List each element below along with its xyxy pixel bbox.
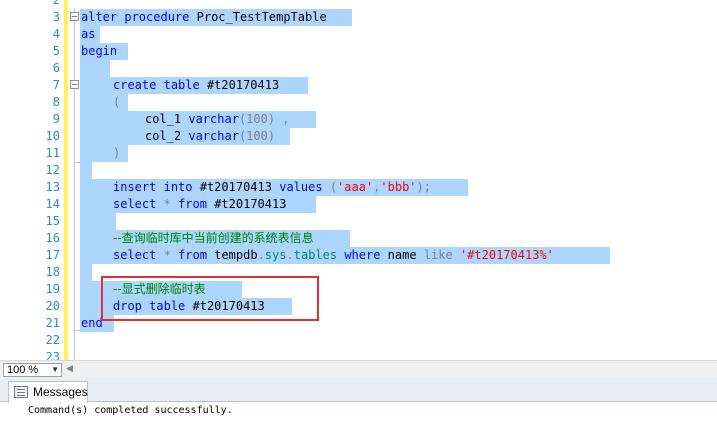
keyword: select <box>113 248 157 262</box>
collapse-icon[interactable]: − <box>70 12 79 21</box>
chevron-down-icon: ▼ <box>51 365 59 374</box>
outline-fold-line <box>74 8 75 360</box>
code-line: begin <box>81 43 117 60</box>
line-number: 13 <box>45 180 60 194</box>
line-number: 20 <box>45 299 60 313</box>
identifier: col_2 <box>145 129 182 143</box>
identifier: #t20170413 <box>214 197 287 211</box>
change-indicator-bar <box>64 0 68 360</box>
selection-highlight <box>80 94 128 111</box>
code-line: select * from tempdb.sys.tables where na… <box>113 247 554 264</box>
line-number: 18 <box>45 265 60 279</box>
identifier: #t20170413 <box>206 78 280 92</box>
line-number: 19 <box>45 282 60 296</box>
line-number: 22 <box>45 333 60 347</box>
identifier: #t20170413 <box>199 180 272 194</box>
string-literal: 'aaa' <box>337 180 374 194</box>
line-number: 23 <box>45 350 60 360</box>
scroll-left-arrow-icon[interactable]: ◀ <box>66 363 73 374</box>
results-tab-strip: Messages <box>0 378 717 403</box>
tab-label: Messages <box>33 385 88 399</box>
collapse-icon[interactable]: − <box>70 80 79 89</box>
keyword: varchar <box>188 112 239 126</box>
keyword: into <box>163 180 193 194</box>
code-line: col_1 varchar(100) , <box>145 111 290 128</box>
line-number: 12 <box>45 163 60 177</box>
code-line: col_2 varchar(100) <box>145 128 275 145</box>
keyword: select <box>113 197 157 211</box>
line-number: 6 <box>52 61 60 75</box>
line-number: 15 <box>45 214 60 228</box>
punctuation: . <box>286 248 294 262</box>
identifier: col_1 <box>145 112 182 126</box>
selection-highlight <box>80 145 128 162</box>
keyword: begin <box>81 44 118 58</box>
keyword: varchar <box>188 129 239 143</box>
line-number: 10 <box>45 129 60 143</box>
string-literal: 'bbb' <box>380 180 417 194</box>
line-number: 2 <box>52 0 60 7</box>
editor-status-bar: 100 % ▼ ◀ <box>0 360 717 378</box>
identifier: Proc_TestTempTable <box>196 10 327 24</box>
code-line: ) <box>113 146 121 160</box>
line-number: 9 <box>52 112 60 126</box>
keyword: where <box>344 248 381 262</box>
operator: like <box>423 248 453 262</box>
punctuation: (100) <box>238 112 276 126</box>
keyword: values <box>279 180 323 194</box>
code-line: create table #t20170413 <box>113 77 279 94</box>
keyword: as <box>81 27 96 41</box>
identifier: tempdb <box>214 248 258 262</box>
punctuation: ); <box>416 180 431 194</box>
selection-highlight <box>80 213 116 230</box>
keyword: from <box>178 197 207 211</box>
punctuation: * <box>163 248 171 262</box>
line-number: 17 <box>45 248 60 262</box>
code-line: alter procedure Proc_TestTempTable <box>81 9 327 26</box>
selection-highlight <box>80 60 110 77</box>
line-number: 7 <box>52 78 60 92</box>
line-number: 11 <box>45 146 60 160</box>
code-line: end <box>81 315 103 332</box>
punctuation: * <box>163 197 171 211</box>
identifier: name <box>387 248 417 262</box>
zoom-value: 100 % <box>7 364 39 376</box>
annotation-highlight-box <box>101 276 319 321</box>
code-line: as <box>81 26 95 43</box>
messages-icon <box>14 386 28 398</box>
keyword: from <box>178 248 207 262</box>
line-number-gutter: 2 3 4 5 6 7 8 9 10 11 12 13 14 15 16 17 … <box>0 0 64 360</box>
punctuation: . <box>257 248 265 262</box>
line-number: 4 <box>52 27 60 41</box>
zoom-dropdown[interactable]: 100 % ▼ <box>3 363 62 377</box>
selection-highlight <box>80 264 92 281</box>
comment-line: --查询临时库中当前创建的系统表信息 <box>113 231 314 245</box>
keyword: alter <box>81 10 118 24</box>
code-line: select * from #t20170413 <box>113 196 286 213</box>
keyword: procedure <box>124 10 190 24</box>
code-line: ( <box>113 95 121 109</box>
tab-messages[interactable]: Messages <box>8 381 88 403</box>
keyword: table <box>163 78 200 92</box>
keyword: end <box>81 316 103 330</box>
line-number: 3 <box>52 10 60 24</box>
code-line: insert into #t20170413 values ('aaa','bb… <box>113 179 431 196</box>
keyword: create <box>113 78 157 92</box>
selection-highlight <box>80 162 92 179</box>
line-number: 8 <box>52 95 60 109</box>
results-pane: Messages Command(s) completed successful… <box>0 378 717 439</box>
keyword: insert <box>113 180 157 194</box>
line-number: 21 <box>45 316 60 330</box>
system-view: tables <box>293 248 338 262</box>
string-literal: '#t20170413%' <box>459 248 554 262</box>
line-number: 16 <box>45 231 60 245</box>
punctuation: ( <box>329 180 338 194</box>
line-number: 14 <box>45 197 60 211</box>
punctuation: (100) <box>238 129 276 143</box>
system-schema: sys <box>264 248 287 262</box>
sql-editor[interactable]: 2 3 4 5 6 7 8 9 10 11 12 13 14 15 16 17 … <box>0 0 717 360</box>
result-message: Command(s) completed successfully. <box>28 405 233 416</box>
punctuation: , <box>282 112 290 126</box>
line-number: 5 <box>52 44 60 58</box>
